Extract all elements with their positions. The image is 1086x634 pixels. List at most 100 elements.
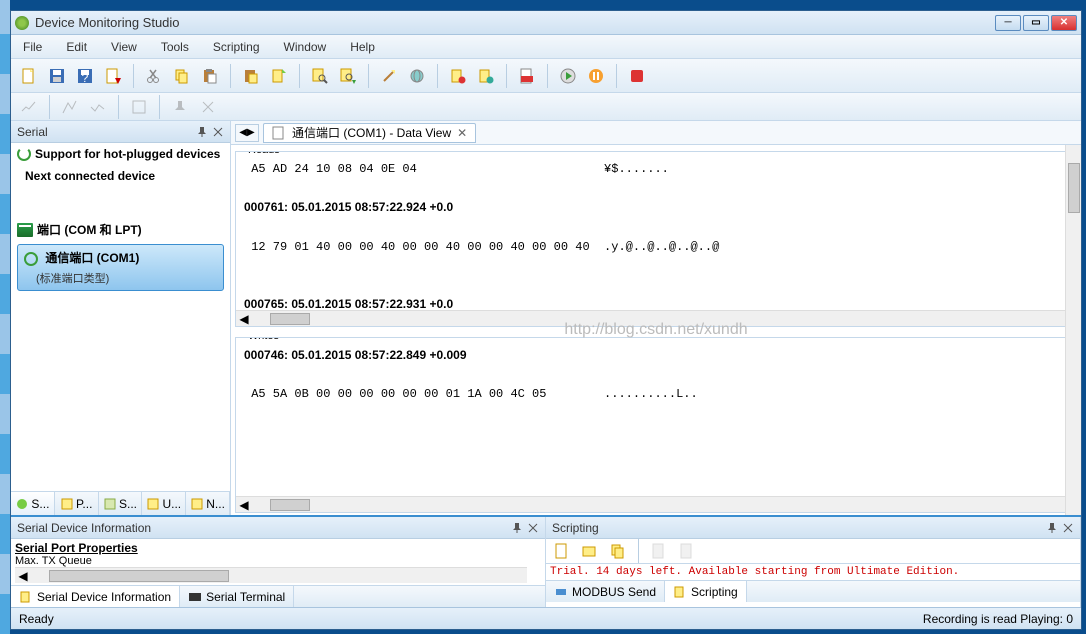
pin-btn[interactable] <box>168 97 192 117</box>
writes-panel: Writes 000746: 05.01.2015 08:57:22.849 +… <box>235 337 1077 513</box>
maximize-button[interactable]: ▭ <box>1023 15 1049 31</box>
graph-btn-3[interactable] <box>86 97 110 117</box>
next-device-label[interactable]: Next connected device <box>11 165 230 187</box>
script-doc-icon[interactable] <box>647 539 671 563</box>
menu-window[interactable]: Window <box>280 38 331 56</box>
script-new-icon[interactable] <box>550 539 574 563</box>
tab-serial-terminal[interactable]: Serial Terminal <box>180 586 294 607</box>
close-panel-icon[interactable] <box>1062 522 1074 534</box>
side-tab-4[interactable]: N... <box>186 492 230 515</box>
menu-tools[interactable]: Tools <box>157 38 193 56</box>
menu-scripting[interactable]: Scripting <box>209 38 264 56</box>
menu-view[interactable]: View <box>107 38 141 56</box>
separator <box>299 64 300 88</box>
tab-serial-devinfo[interactable]: Serial Device Information <box>11 586 180 607</box>
main-window: Device Monitoring Studio ─ ▭ ✕ File Edit… <box>10 10 1082 630</box>
bleft-tabs: Serial Device Information Serial Termina… <box>11 585 545 607</box>
log-new-icon[interactable] <box>267 64 291 88</box>
export-icon[interactable] <box>101 64 125 88</box>
toolbar-main: ? <box>11 59 1081 93</box>
save-icon[interactable] <box>45 64 69 88</box>
cross-btn[interactable] <box>196 97 220 117</box>
writes-label: Writes <box>244 337 283 342</box>
hscroll-writes[interactable]: ◀ <box>236 496 1076 512</box>
bright-tabs: MODBUS Send Scripting <box>546 580 1080 602</box>
cut-icon[interactable] <box>142 64 166 88</box>
stop-red-icon[interactable] <box>625 64 649 88</box>
reads-panel: Reads A5 AD 24 10 08 04 0E 04 ¥­$.......… <box>235 151 1077 327</box>
separator <box>638 539 639 563</box>
sidebar-title: Serial <box>17 125 48 139</box>
category-label: 端口 (COM 和 LPT) <box>37 221 142 238</box>
device-item-selected[interactable]: 通信端口 (COM1) (标准端口类型) <box>17 244 224 291</box>
menubar: File Edit View Tools Scripting Window He… <box>11 35 1081 59</box>
separator <box>547 64 548 88</box>
sidebar-body: Support for hot-plugged devices Next con… <box>11 143 230 491</box>
doc-tab-title: 通信端口 (COM1) - Data View <box>292 124 451 141</box>
close-panel-icon[interactable] <box>212 126 224 138</box>
titlebar[interactable]: Device Monitoring Studio ─ ▭ ✕ <box>11 11 1081 35</box>
side-tab-3[interactable]: U... <box>142 492 186 515</box>
menu-help[interactable]: Help <box>346 38 379 56</box>
statusbar: Ready Recording is read Playing: 0 <box>11 607 1081 629</box>
prop-header: Serial Port Properties <box>15 541 541 555</box>
clipboard-alt-icon[interactable] <box>239 64 263 88</box>
status-ready: Ready <box>19 612 923 626</box>
tab-scripting[interactable]: Scripting <box>665 581 747 602</box>
copy-icon[interactable] <box>170 64 194 88</box>
menu-edit[interactable]: Edit <box>62 38 91 56</box>
sidebar: Serial Support for hot-plugged devices N… <box>11 121 231 515</box>
doc-tab-icon <box>272 126 286 140</box>
save-report-icon[interactable]: ? <box>73 64 97 88</box>
globe-icon[interactable] <box>405 64 429 88</box>
pin-icon[interactable] <box>511 522 523 534</box>
hscroll-devinfo[interactable]: ◀ <box>15 567 527 583</box>
separator <box>368 64 369 88</box>
find-next-icon[interactable] <box>336 64 360 88</box>
side-tab-2[interactable]: S... <box>99 492 143 515</box>
graph-btn-2[interactable] <box>58 97 82 117</box>
side-tab-1[interactable]: P... <box>55 492 99 515</box>
side-tab-0[interactable]: S... <box>11 492 55 515</box>
nav-arrows[interactable]: ◀▶ <box>235 124 259 142</box>
close-button[interactable]: ✕ <box>1051 15 1077 31</box>
filter-red-icon[interactable] <box>446 64 470 88</box>
pin-icon[interactable] <box>196 126 208 138</box>
content-area: ◀▶ 通信端口 (COM1) - Data View ✕ Reads A5 AD… <box>231 121 1081 515</box>
window-controls: ─ ▭ ✕ <box>995 15 1077 31</box>
writes-data[interactable]: 000746: 05.01.2015 08:57:22.849 +0.009 A… <box>236 338 1076 496</box>
script-toolbar <box>546 539 1080 563</box>
paste-icon[interactable] <box>198 64 222 88</box>
script-copy-icon[interactable] <box>606 539 630 563</box>
close-tab-icon[interactable]: ✕ <box>457 126 467 140</box>
script-doc2-icon[interactable] <box>675 539 699 563</box>
graph-btn-4[interactable] <box>127 97 151 117</box>
pin-icon[interactable] <box>1046 522 1058 534</box>
separator <box>616 64 617 88</box>
close-panel-icon[interactable] <box>527 522 539 534</box>
support-row[interactable]: Support for hot-plugged devices <box>11 143 230 165</box>
vscroll[interactable] <box>1065 145 1081 515</box>
refresh-icon <box>17 147 31 161</box>
refresh-icon <box>24 252 38 266</box>
tab-modbus[interactable]: MODBUS Send <box>546 581 665 602</box>
filter-green-icon[interactable] <box>474 64 498 88</box>
separator <box>133 64 134 88</box>
category-row[interactable]: 端口 (COM 和 LPT) <box>11 217 230 242</box>
hscroll-reads[interactable]: ◀ <box>236 310 1076 326</box>
bottom-left-panel: Serial Device Information Serial Port Pr… <box>11 517 546 607</box>
wand-icon[interactable] <box>377 64 401 88</box>
new-icon[interactable] <box>17 64 41 88</box>
pause-icon[interactable] <box>584 64 608 88</box>
port-category-icon <box>17 223 33 237</box>
doc-tab-active[interactable]: 通信端口 (COM1) - Data View ✕ <box>263 123 476 143</box>
reads-data[interactable]: A5 AD 24 10 08 04 0E 04 ¥­$....... 00076… <box>236 152 1076 310</box>
script-open-icon[interactable] <box>578 539 602 563</box>
menu-file[interactable]: File <box>19 38 46 56</box>
minimize-button[interactable]: ─ <box>995 15 1021 31</box>
graph-btn-1[interactable] <box>17 97 41 117</box>
pdf-icon[interactable] <box>515 64 539 88</box>
play-icon[interactable] <box>556 64 580 88</box>
bleft-body[interactable]: Serial Port Properties Max. TX Queue ◀ <box>11 539 545 585</box>
find-icon[interactable] <box>308 64 332 88</box>
